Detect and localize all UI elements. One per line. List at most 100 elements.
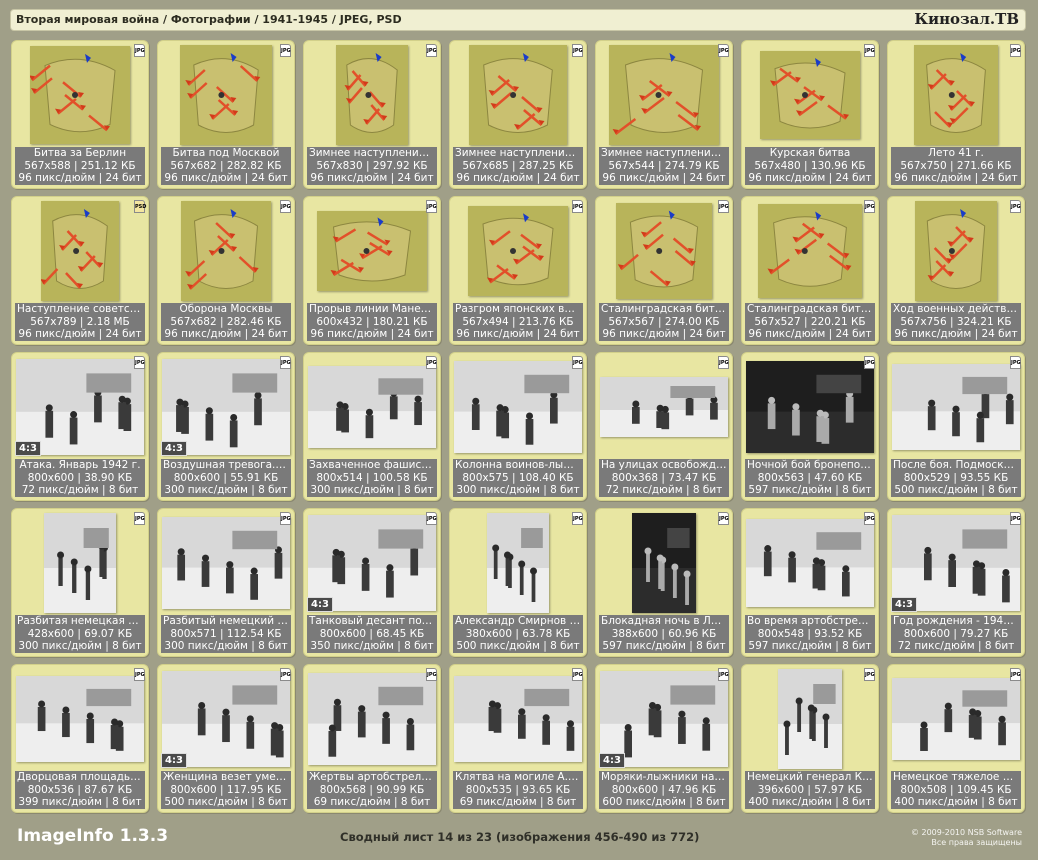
thumbnail-cell[interactable]: JPG 4:3 Танковый десант под ... 800x600 | 6…: [303, 508, 441, 657]
thumbnail-frame[interactable]: [454, 513, 582, 613]
thumbnail-cell[interactable]: JPG Дворцовая площадь. ... 800x536 | 87.67…: [11, 664, 149, 813]
file-dimensions-size: 800x368 | 73.47 КБ: [611, 471, 717, 484]
thumbnail-frame[interactable]: [16, 45, 144, 145]
thumbnail-frame[interactable]: [600, 357, 728, 457]
thumbnail-cell[interactable]: JPG 4:3 Воздушная тревога. А... 800x600 | 5…: [157, 352, 295, 501]
thumbnail-frame[interactable]: [162, 201, 290, 301]
thumbnail-frame[interactable]: [746, 513, 874, 613]
thumbnail-cell[interactable]: JPG 4:3 Женщина везет умер... 800x600 | 117…: [157, 664, 295, 813]
file-dimensions-size: 800x568 | 90.99 КБ: [319, 783, 425, 796]
thumbnail-frame[interactable]: [892, 669, 1020, 769]
file-type-icon: JPG: [1010, 512, 1021, 525]
aspect-ratio-badge: 4:3: [161, 753, 187, 768]
thumbnail-frame[interactable]: [746, 45, 874, 145]
thumbnail-info: Танковый десант под ... 800x600 | 68.45 К…: [307, 615, 437, 653]
thumbnail-cell[interactable]: JPG 4:3 Атака. Январь 1942 г. 800x600 | 38.…: [11, 352, 149, 501]
file-type-icon: JPG: [864, 200, 875, 213]
file-title: Ход военных действи...: [893, 303, 1021, 315]
file-type-icon: JPG: [426, 44, 437, 57]
thumbnail-frame[interactable]: [162, 513, 290, 613]
thumbnail-cell[interactable]: JPG Прорыв линии Манерг... 600x432 | 180.2…: [303, 196, 441, 345]
thumbnail-frame[interactable]: [454, 45, 582, 145]
file-title: Александр Смирнов п...: [455, 615, 583, 627]
thumbnail-cell[interactable]: JPG Битва под Москвой 567x682 | 282.82 КБ 9…: [157, 40, 295, 189]
thumbnail-cell[interactable]: JPG Ночной бой бронепоез... 800x563 | 47.6…: [741, 352, 879, 501]
thumbnail-cell[interactable]: JPG Зимнее наступление 4... 567x830 | 297.…: [303, 40, 441, 189]
brand-logo-text[interactable]: Кинозал.ТВ: [914, 10, 1019, 28]
thumbnail-frame[interactable]: [162, 45, 290, 145]
map-thumbnail-image: [760, 51, 860, 139]
file-resolution-depth: 72 пикс/дюйм | 8 бит: [897, 640, 1015, 652]
thumbnail-info: Разбитый немецкий та... 800x571 | 112.54 …: [161, 615, 291, 653]
photo-thumbnail-image: [454, 361, 582, 453]
file-dimensions-size: 800x548 | 93.52 КБ: [757, 627, 863, 640]
thumbnail-cell[interactable]: JPG После боя. Подмосков... 800x529 | 93.5…: [887, 352, 1025, 501]
file-resolution-depth: 400 пикс/дюйм | 8 бит: [748, 796, 872, 808]
thumbnail-cell[interactable]: JPG Оборона Москвы 567x682 | 282.46 КБ 96 п…: [157, 196, 295, 345]
file-title: Разбитая немецкая пу...: [17, 615, 145, 627]
thumbnail-cell[interactable]: JPG На улицах освобожде... 800x368 | 73.47…: [595, 352, 733, 501]
thumbnail-info: Немецкий генерал Кр... 396x600 | 57.97 КБ…: [745, 771, 875, 809]
thumbnail-cell[interactable]: JPG Лето 41 г. 567x750 | 271.66 КБ 96 пикс/…: [887, 40, 1025, 189]
file-resolution-depth: 96 пикс/дюйм | 24 бит: [18, 172, 142, 184]
thumbnail-cell[interactable]: JPG Курская битва 567x480 | 130.96 КБ 96 пи…: [741, 40, 879, 189]
thumbnail-frame[interactable]: [454, 201, 582, 301]
thumbnail-frame[interactable]: [308, 357, 436, 457]
thumbnail-frame[interactable]: [892, 357, 1020, 457]
thumbnail-frame[interactable]: [454, 357, 582, 457]
thumbnail-cell[interactable]: JPG Сталинградская битв... 567x527 | 220.2…: [741, 196, 879, 345]
photo-thumbnail-image: [778, 669, 842, 769]
thumbnail-info: Битва за Берлин 567x588 | 251.12 КБ 96 пик…: [15, 147, 145, 185]
thumbnail-frame[interactable]: [600, 45, 728, 145]
thumbnail-frame[interactable]: [746, 357, 874, 457]
file-dimensions-size: 800x600 | 47.96 КБ: [611, 783, 717, 796]
thumbnail-cell[interactable]: JPG Колонна воинов-лыжн... 800x575 | 108.4…: [449, 352, 587, 501]
thumbnail-cell[interactable]: JPG Жертвы артобстрела... 800x568 | 90.99 …: [303, 664, 441, 813]
thumbnail-cell[interactable]: JPG Блокадная ночь в Лен... 388x600 | 60.9…: [595, 508, 733, 657]
thumbnail-frame[interactable]: [600, 201, 728, 301]
thumbnail-cell[interactable]: JPG Немецкое тяжелое ос... 800x508 | 109.4…: [887, 664, 1025, 813]
file-type-icon: JPG: [1010, 668, 1021, 681]
thumbnail-frame[interactable]: [16, 201, 144, 301]
thumbnail-frame[interactable]: [892, 201, 1020, 301]
file-resolution-depth: 96 пикс/дюйм | 24 бит: [18, 328, 142, 340]
thumbnail-cell[interactable]: JPG Разгром японских вой... 567x494 | 213.…: [449, 196, 587, 345]
thumbnail-cell[interactable]: JPG Сталинградская битв... 567x567 | 274.0…: [595, 196, 733, 345]
thumbnail-info: Дворцовая площадь. ... 800x536 | 87.67 КБ…: [15, 771, 145, 809]
thumbnail-cell[interactable]: JPG Немецкий генерал Кр... 396x600 | 57.97…: [741, 664, 879, 813]
thumbnail-cell[interactable]: JPG Захваченное фашистс... 800x514 | 100.5…: [303, 352, 441, 501]
file-type-icon: JPG: [718, 200, 729, 213]
thumbnail-cell[interactable]: JPG 4:3 Год рождения - 1942. ... 800x600 | …: [887, 508, 1025, 657]
thumbnail-frame[interactable]: [16, 669, 144, 769]
file-dimensions-size: 567x685 | 287.25 КБ: [462, 159, 574, 172]
thumbnail-cell[interactable]: JPG Ход военных действи... 567x756 | 324.2…: [887, 196, 1025, 345]
thumbnail-cell[interactable]: JPG Разбитый немецкий та... 800x571 | 112.…: [157, 508, 295, 657]
thumbnail-frame[interactable]: [308, 669, 436, 769]
thumbnail-cell[interactable]: JPG Зимнее наступление 4... 567x685 | 287.…: [449, 40, 587, 189]
thumbnail-cell[interactable]: JPG Клятва на могиле А.В.... 800x535 | 93.…: [449, 664, 587, 813]
file-dimensions-size: 567x682 | 282.46 КБ: [170, 315, 282, 328]
file-resolution-depth: 500 пикс/дюйм | 8 бит: [456, 640, 580, 652]
thumbnail-frame[interactable]: [746, 201, 874, 301]
thumbnail-cell[interactable]: JPG Зимнее наступление 45 г 567x544 | 274.…: [595, 40, 733, 189]
file-type-icon: JPG: [572, 512, 583, 525]
file-type-icon: JPG: [718, 668, 729, 681]
thumbnail-frame[interactable]: [16, 513, 144, 613]
thumbnail-frame[interactable]: [892, 45, 1020, 145]
thumbnail-cell[interactable]: JPG Битва за Берлин 567x588 | 251.12 КБ 96 …: [11, 40, 149, 189]
thumbnail-frame[interactable]: [454, 669, 582, 769]
thumbnail-frame[interactable]: [308, 201, 436, 301]
thumbnail-cell[interactable]: JPG 4:3 Моряки-лыжники на з... 800x600 | 47…: [595, 664, 733, 813]
thumbnail-frame[interactable]: [308, 45, 436, 145]
aspect-ratio-badge: 4:3: [307, 597, 333, 612]
thumbnail-cell[interactable]: JPG Во время артобстрела... 800x548 | 93.5…: [741, 508, 879, 657]
thumbnail-cell[interactable]: JPG Александр Смирнов п... 380x600 | 63.78…: [449, 508, 587, 657]
thumbnail-frame[interactable]: [600, 513, 728, 613]
breadcrumb[interactable]: Вторая мировая война / Фотографии / 1941…: [16, 13, 402, 26]
aspect-ratio-badge: 4:3: [161, 441, 187, 456]
photo-thumbnail-image: [892, 678, 1020, 760]
thumbnail-frame[interactable]: [746, 669, 874, 769]
thumbnail-cell[interactable]: PSD Наступление советск... 567x789 | 2.18 …: [11, 196, 149, 345]
thumbnail-cell[interactable]: JPG Разбитая немецкая пу... 428x600 | 69.0…: [11, 508, 149, 657]
file-resolution-depth: 500 пикс/дюйм | 8 бит: [894, 484, 1018, 496]
